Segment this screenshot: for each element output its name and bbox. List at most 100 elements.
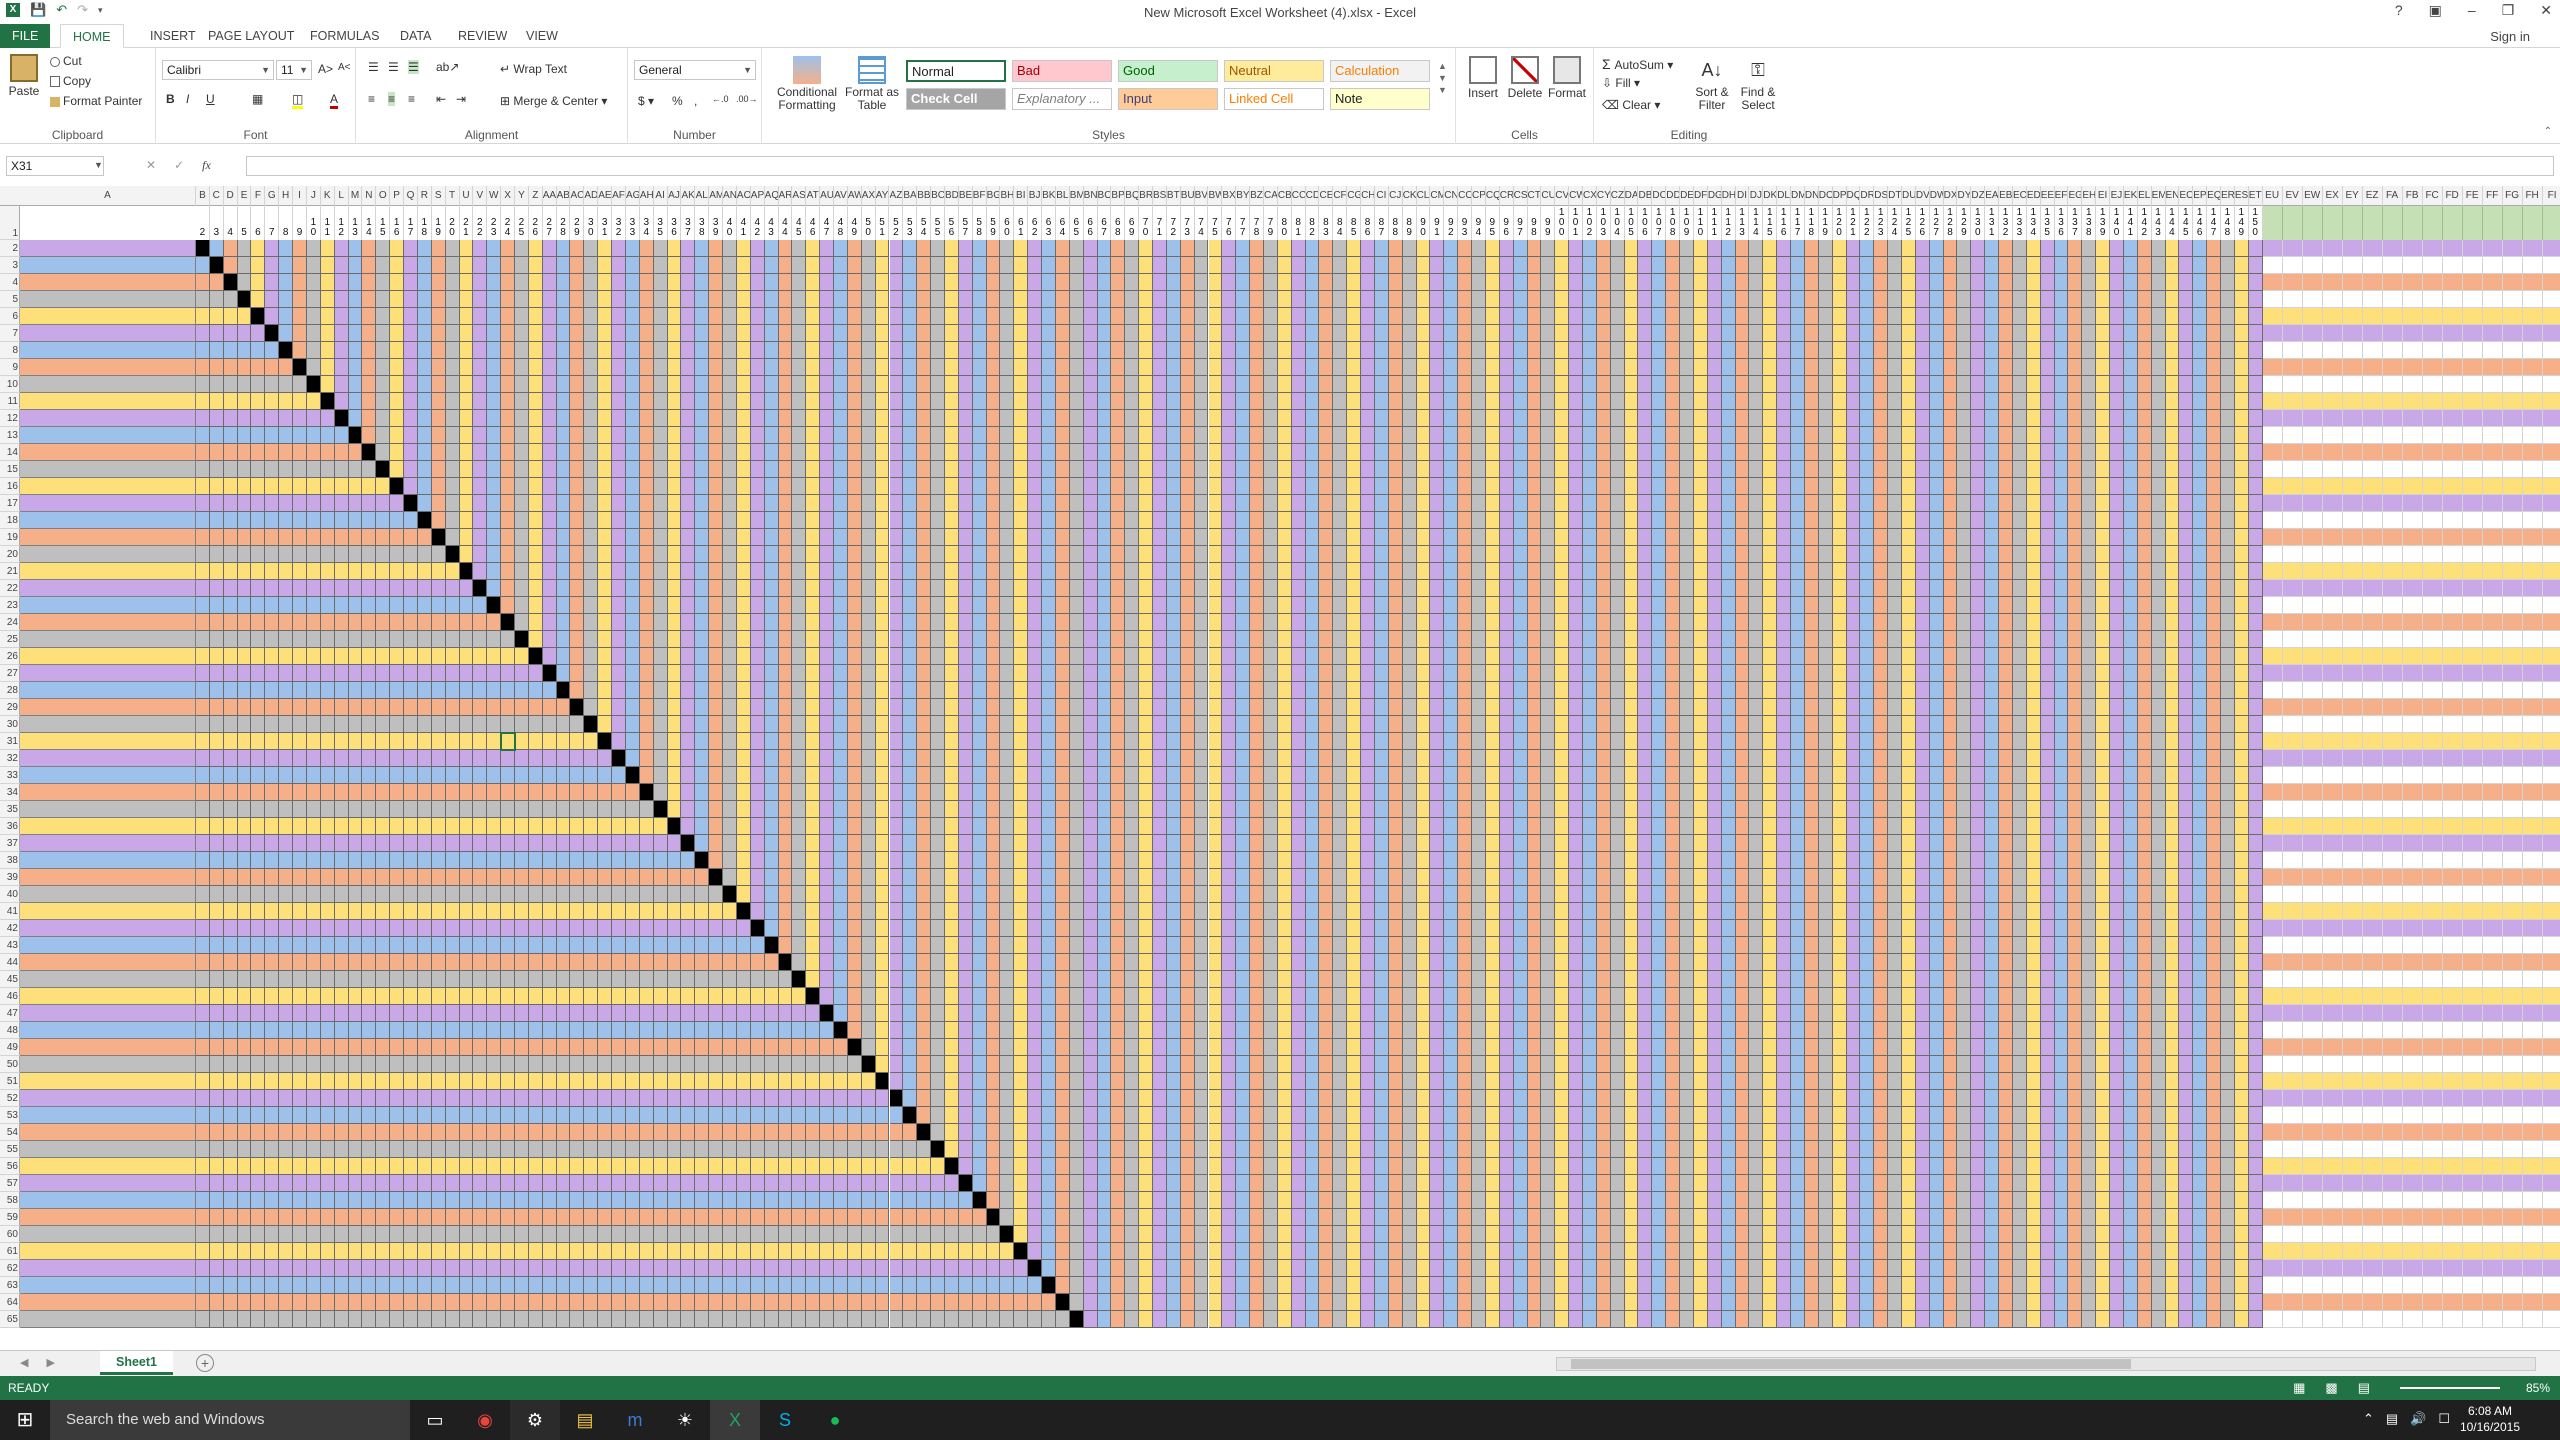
- matrix-cell[interactable]: [487, 274, 501, 291]
- column-header-p[interactable]: P: [390, 186, 404, 206]
- matrix-cell[interactable]: [1319, 257, 1333, 274]
- matrix-cell[interactable]: [1805, 274, 1819, 291]
- matrix-cell[interactable]: [390, 274, 404, 291]
- matrix-cell[interactable]: [1056, 240, 1070, 257]
- header-number-cell[interactable]: 2 5: [515, 206, 529, 240]
- row-header[interactable]: 56: [0, 1158, 20, 1175]
- header-number-cell[interactable]: 8 3: [1319, 206, 1333, 240]
- matrix-cell[interactable]: [1486, 257, 1500, 274]
- column-header-dd[interactable]: DD: [1666, 186, 1680, 206]
- matrix-cell[interactable]: [321, 291, 335, 308]
- header-number-cell[interactable]: 1 1 5: [1763, 206, 1777, 240]
- header-number-cell[interactable]: 7 7: [1236, 206, 1250, 240]
- format-cells-button[interactable]: Format: [1548, 56, 1586, 100]
- column-header-ea[interactable]: EA: [1985, 186, 1999, 206]
- matrix-cell[interactable]: [917, 291, 931, 308]
- header-number-cell[interactable]: 2 4: [501, 206, 515, 240]
- column-header-dz[interactable]: DZ: [1971, 186, 1985, 206]
- column-header-b[interactable]: B: [196, 186, 210, 206]
- matrix-cell[interactable]: [737, 240, 751, 257]
- matrix-cell[interactable]: [1181, 240, 1195, 257]
- header-number-cell[interactable]: 1 6: [390, 206, 404, 240]
- matrix-cell[interactable]: [362, 291, 376, 308]
- matrix-cell[interactable]: [390, 291, 404, 308]
- number-format-combo[interactable]: General ▼: [634, 60, 756, 80]
- matrix-cell[interactable]: [196, 274, 210, 291]
- header-number-cell[interactable]: 1 4 0: [2110, 206, 2124, 240]
- header-number-cell[interactable]: 2 7: [543, 206, 557, 240]
- column-header-aa[interactable]: AA: [543, 186, 557, 206]
- column-header-cv[interactable]: CV: [1555, 186, 1569, 206]
- matrix-cell[interactable]: [2096, 274, 2110, 291]
- matrix-cell[interactable]: [779, 240, 793, 257]
- matrix-cell[interactable]: [2110, 257, 2124, 274]
- row-header[interactable]: 33: [0, 767, 20, 784]
- matrix-cell[interactable]: [1389, 274, 1403, 291]
- row-name-cell[interactable]: [20, 546, 196, 563]
- header-number-cell[interactable]: 8 9: [1403, 206, 1417, 240]
- matrix-cell[interactable]: [1555, 257, 1569, 274]
- matrix-cell[interactable]: [1583, 257, 1597, 274]
- matrix-cell[interactable]: [1763, 257, 1777, 274]
- matrix-cell[interactable]: [1597, 240, 1611, 257]
- orientation-icon[interactable]: ab↗: [436, 60, 459, 74]
- matrix-cell[interactable]: [1042, 240, 1056, 257]
- matrix-cell[interactable]: [973, 257, 987, 274]
- column-header-bm[interactable]: BM: [1070, 186, 1084, 206]
- matrix-cell[interactable]: [931, 240, 945, 257]
- matrix-cell[interactable]: [1444, 240, 1458, 257]
- cell-style-neutral[interactable]: Neutral: [1224, 60, 1324, 82]
- header-number-cell[interactable]: 1 0 3: [1597, 206, 1611, 240]
- matrix-cell[interactable]: [1084, 240, 1098, 257]
- row-header[interactable]: 16: [0, 478, 20, 495]
- matrix-cell[interactable]: [570, 240, 584, 257]
- matrix-cell[interactable]: [2124, 274, 2138, 291]
- matrix-cell[interactable]: [1417, 240, 1431, 257]
- row-name-cell[interactable]: [20, 1175, 196, 1192]
- matrix-cell[interactable]: [890, 240, 904, 257]
- diagonal-cell[interactable]: [224, 274, 238, 291]
- matrix-cell[interactable]: [2166, 240, 2180, 257]
- matrix-cell[interactable]: [2082, 274, 2096, 291]
- matrix-cell[interactable]: [1222, 257, 1236, 274]
- matrix-cell[interactable]: [806, 291, 820, 308]
- matrix-cell[interactable]: [1916, 240, 1930, 257]
- decrease-font-icon[interactable]: A˂: [338, 62, 351, 73]
- column-header-ch[interactable]: CH: [1361, 186, 1375, 206]
- header-number-cell[interactable]: 4 3: [765, 206, 779, 240]
- matrix-cell[interactable]: [1236, 257, 1250, 274]
- matrix-cell[interactable]: [584, 274, 598, 291]
- matrix-cell[interactable]: [293, 240, 307, 257]
- row-header[interactable]: 25: [0, 631, 20, 648]
- matrix-cell[interactable]: [1375, 274, 1389, 291]
- row-header[interactable]: 19: [0, 529, 20, 546]
- matrix-cell[interactable]: [668, 257, 682, 274]
- column-header-fe[interactable]: FE: [2463, 186, 2483, 206]
- matrix-cell[interactable]: [460, 274, 474, 291]
- matrix-cell[interactable]: [501, 240, 515, 257]
- matrix-cell[interactable]: [1000, 240, 1014, 257]
- column-header-bz[interactable]: BZ: [1250, 186, 1264, 206]
- row-header[interactable]: 62: [0, 1260, 20, 1277]
- matrix-cell[interactable]: [709, 274, 723, 291]
- matrix-cell[interactable]: [2138, 257, 2152, 274]
- matrix-cell[interactable]: [251, 291, 265, 308]
- column-header-al[interactable]: AL: [695, 186, 709, 206]
- matrix-cell[interactable]: [279, 240, 293, 257]
- matrix-cell[interactable]: [1694, 274, 1708, 291]
- column-header-ee[interactable]: EE: [2041, 186, 2055, 206]
- matrix-cell[interactable]: [792, 291, 806, 308]
- matrix-cell[interactable]: [2207, 257, 2221, 274]
- conditional-formatting-button[interactable]: Conditional Formatting: [774, 56, 840, 112]
- header-number-cell[interactable]: 1 0: [307, 206, 321, 240]
- matrix-cell[interactable]: [1874, 240, 1888, 257]
- header-number-cell[interactable]: 5 3: [903, 206, 917, 240]
- matrix-cell[interactable]: [1181, 257, 1195, 274]
- header-number-cell[interactable]: 1 1 7: [1791, 206, 1805, 240]
- column-header-do[interactable]: DO: [1819, 186, 1833, 206]
- matrix-cell[interactable]: [335, 291, 349, 308]
- matrix-cell[interactable]: [862, 274, 876, 291]
- column-header-ec[interactable]: EC: [2013, 186, 2027, 206]
- column-header-cs[interactable]: CS: [1514, 186, 1528, 206]
- matrix-cell[interactable]: [321, 240, 335, 257]
